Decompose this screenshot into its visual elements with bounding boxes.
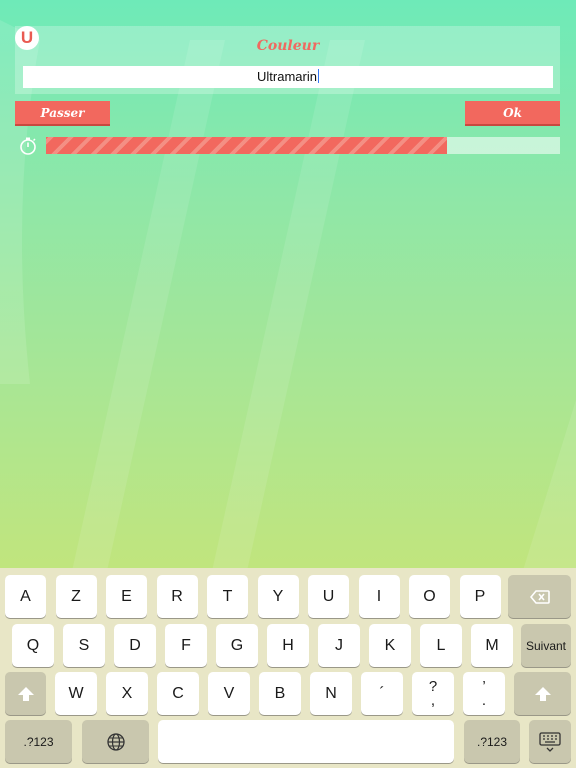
space-key[interactable] [158,720,454,763]
key-q[interactable]: Q [12,624,54,667]
key-o[interactable]: O [409,575,450,618]
shift-key-right[interactable] [514,672,571,715]
key-n[interactable]: N [310,672,352,715]
shift-icon [17,686,35,702]
key-t[interactable]: T [207,575,248,618]
globe-icon [106,732,126,752]
key-h[interactable]: H [267,624,309,667]
key-dual-label: ?, [428,677,438,709]
numbers-key-right[interactable]: .?123 [464,720,520,763]
key-m[interactable]: M [471,624,513,667]
keyboard-dismiss-icon [538,731,562,753]
key-question-comma[interactable]: ?, [412,672,454,715]
key-d[interactable]: D [114,624,156,667]
answer-text: Ultramarin [257,69,317,84]
keyboard-dismiss-key[interactable] [529,720,571,763]
key-x[interactable]: X [106,672,148,715]
globe-key[interactable] [82,720,149,763]
text-caret [317,69,319,83]
numbers-key-left[interactable]: .?123 [5,720,72,763]
key-p[interactable]: P [459,575,501,618]
key-y[interactable]: Y [257,575,299,618]
skip-button[interactable]: Passer [15,101,110,126]
backspace-key[interactable] [508,575,571,618]
key-r[interactable]: R [156,575,198,618]
key-f[interactable]: F [165,624,207,667]
key-g[interactable]: G [216,624,258,667]
question-title: Couleur [256,38,320,54]
key-apostrophe-period[interactable]: ’. [463,672,505,715]
key-i[interactable]: I [358,575,400,618]
shift-key-left[interactable] [5,672,46,715]
key-c[interactable]: C [157,672,199,715]
key-z[interactable]: Z [55,575,97,618]
backspace-icon [529,589,550,604]
key-k[interactable]: K [369,624,411,667]
key-v[interactable]: V [208,672,250,715]
timer-progress-bar [46,137,560,154]
key-a[interactable]: A [5,575,46,618]
shift-icon [534,686,552,702]
key-l[interactable]: L [420,624,462,667]
key-j[interactable]: J [318,624,360,667]
onscreen-keyboard: A Z E R T Y U I O P Q S D F G H J K L M Suivant W X C V B N ´?, ’..?… [0,568,576,768]
key-dual-label: ’. [481,677,487,709]
key-e[interactable]: E [106,575,147,618]
ok-button[interactable]: Ok [465,101,560,126]
key-w[interactable]: W [55,672,97,715]
key-acute[interactable]: ´ [361,672,403,715]
key-s[interactable]: S [63,624,105,667]
stopwatch-icon [20,137,36,155]
answer-input[interactable]: Ultramarin [23,66,553,88]
timer-progress-fill [46,137,447,154]
key-u[interactable]: U [308,575,349,618]
key-b[interactable]: B [259,672,301,715]
return-key[interactable]: Suivant [521,624,571,667]
